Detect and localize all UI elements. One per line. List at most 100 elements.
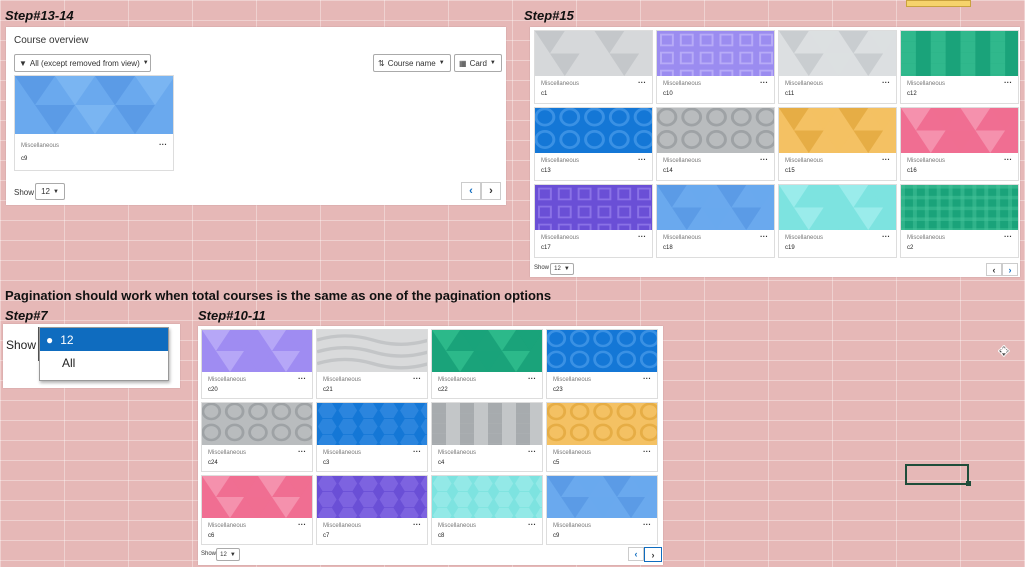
course-image[interactable]	[432, 330, 542, 372]
option-all[interactable]: All	[40, 351, 168, 374]
course-image[interactable]	[779, 31, 896, 76]
more-icon[interactable]: ···	[1004, 156, 1012, 164]
course-image[interactable]	[317, 476, 427, 518]
course-card[interactable]: Miscellaneous c23 ···	[546, 329, 658, 399]
course-card[interactable]: Miscellaneous c22 ···	[431, 329, 543, 399]
course-image[interactable]	[15, 76, 173, 134]
course-name[interactable]: c8	[438, 533, 444, 539]
course-card[interactable]: Miscellaneous c7 ···	[316, 475, 428, 545]
course-image[interactable]	[547, 403, 657, 445]
course-image[interactable]	[202, 330, 312, 372]
course-name[interactable]: c2	[907, 245, 913, 251]
course-image[interactable]	[657, 108, 774, 153]
course-name[interactable]: c5	[553, 460, 559, 466]
course-card[interactable]: Miscellaneous c15 ···	[778, 107, 897, 181]
more-icon[interactable]: ···	[413, 375, 421, 383]
course-card[interactable]: Miscellaneous c10 ···	[656, 30, 775, 104]
course-name[interactable]: c10	[663, 91, 673, 97]
course-card[interactable]: Miscellaneous c20 ···	[201, 329, 313, 399]
course-card[interactable]: Miscellaneous c5 ···	[546, 402, 658, 472]
more-icon[interactable]: ···	[159, 141, 167, 149]
course-name[interactable]: c22	[438, 387, 448, 393]
course-name[interactable]: c19	[785, 245, 795, 251]
chevron-right-icon[interactable]: ›	[1002, 263, 1018, 276]
course-name[interactable]: c15	[785, 168, 795, 174]
course-name[interactable]: c6	[208, 533, 214, 539]
course-image[interactable]	[535, 108, 652, 153]
course-image[interactable]	[547, 476, 657, 518]
course-name[interactable]: c16	[907, 168, 917, 174]
page-size-select[interactable]: 12 ▼	[216, 548, 240, 561]
course-card[interactable]: Miscellaneous c16 ···	[900, 107, 1019, 181]
course-card[interactable]: Miscellaneous c13 ···	[534, 107, 653, 181]
course-name[interactable]: c1	[541, 91, 547, 97]
chevron-left-icon[interactable]: ‹	[986, 263, 1002, 276]
fill-handle[interactable]	[966, 481, 971, 486]
course-image[interactable]	[317, 330, 427, 372]
sort-dropdown[interactable]: ⇅ Course name ▼	[373, 54, 451, 72]
selected-cell-top[interactable]	[906, 0, 971, 7]
more-icon[interactable]: ···	[882, 156, 890, 164]
course-image[interactable]	[202, 476, 312, 518]
course-name[interactable]: c7	[323, 533, 329, 539]
course-name[interactable]: c9	[21, 156, 27, 162]
course-image[interactable]	[547, 330, 657, 372]
more-icon[interactable]: ···	[638, 79, 646, 87]
course-name[interactable]: c11	[785, 91, 794, 97]
course-name[interactable]: c18	[663, 245, 673, 251]
more-icon[interactable]: ···	[298, 521, 306, 529]
course-name[interactable]: c23	[553, 387, 563, 393]
course-image[interactable]	[779, 108, 896, 153]
course-card[interactable]: Miscellaneous c17 ···	[534, 184, 653, 258]
more-icon[interactable]: ···	[528, 521, 536, 529]
course-card[interactable]: Miscellaneous c11 ···	[778, 30, 897, 104]
course-name[interactable]: c4	[438, 460, 444, 466]
course-card[interactable]: Miscellaneous c3 ···	[316, 402, 428, 472]
course-card[interactable]: Miscellaneous c1 ···	[534, 30, 653, 104]
more-icon[interactable]: ···	[643, 521, 651, 529]
course-image[interactable]	[901, 31, 1018, 76]
more-icon[interactable]: ···	[760, 79, 768, 87]
course-name[interactable]: c20	[208, 387, 218, 393]
course-name[interactable]: c12	[907, 91, 917, 97]
course-name[interactable]: c24	[208, 460, 218, 466]
course-image[interactable]	[779, 185, 896, 230]
course-card[interactable]: Miscellaneous c9 ···	[14, 75, 174, 171]
more-icon[interactable]: ···	[528, 375, 536, 383]
more-icon[interactable]: ···	[760, 233, 768, 241]
more-icon[interactable]: ···	[882, 233, 890, 241]
course-image[interactable]	[432, 403, 542, 445]
more-icon[interactable]: ···	[1004, 79, 1012, 87]
chevron-right-icon[interactable]: ›	[644, 547, 662, 562]
more-icon[interactable]: ···	[760, 156, 768, 164]
more-icon[interactable]: ···	[413, 448, 421, 456]
more-icon[interactable]: ···	[638, 156, 646, 164]
selected-cell[interactable]	[905, 464, 969, 485]
more-icon[interactable]: ···	[882, 79, 890, 87]
course-name[interactable]: c21	[323, 387, 333, 393]
chevron-left-icon[interactable]: ‹	[628, 547, 644, 561]
course-name[interactable]: c9	[553, 533, 559, 539]
more-icon[interactable]: ···	[528, 448, 536, 456]
course-name[interactable]: c17	[541, 245, 551, 251]
course-card[interactable]: Miscellaneous c9 ···	[546, 475, 658, 545]
course-card[interactable]: Miscellaneous c18 ···	[656, 184, 775, 258]
course-name[interactable]: c14	[663, 168, 673, 174]
course-image[interactable]	[901, 185, 1018, 230]
option-12[interactable]: ● 12	[40, 328, 168, 351]
course-image[interactable]	[657, 185, 774, 230]
filter-dropdown[interactable]: ▼ All (except removed from view) ▼	[14, 54, 151, 72]
course-image[interactable]	[317, 403, 427, 445]
more-icon[interactable]: ···	[298, 375, 306, 383]
course-name[interactable]: c3	[323, 460, 329, 466]
more-icon[interactable]: ···	[1004, 233, 1012, 241]
course-card[interactable]: Miscellaneous c21 ···	[316, 329, 428, 399]
course-card[interactable]: Miscellaneous c6 ···	[201, 475, 313, 545]
view-dropdown[interactable]: ▦ Card ▼	[454, 54, 502, 72]
page-size-select[interactable]: 12 ▼	[35, 183, 65, 200]
more-icon[interactable]: ···	[413, 521, 421, 529]
course-image[interactable]	[432, 476, 542, 518]
course-card[interactable]: Miscellaneous c12 ···	[900, 30, 1019, 104]
course-card[interactable]: Miscellaneous c14 ···	[656, 107, 775, 181]
chevron-right-icon[interactable]: ›	[481, 182, 501, 200]
